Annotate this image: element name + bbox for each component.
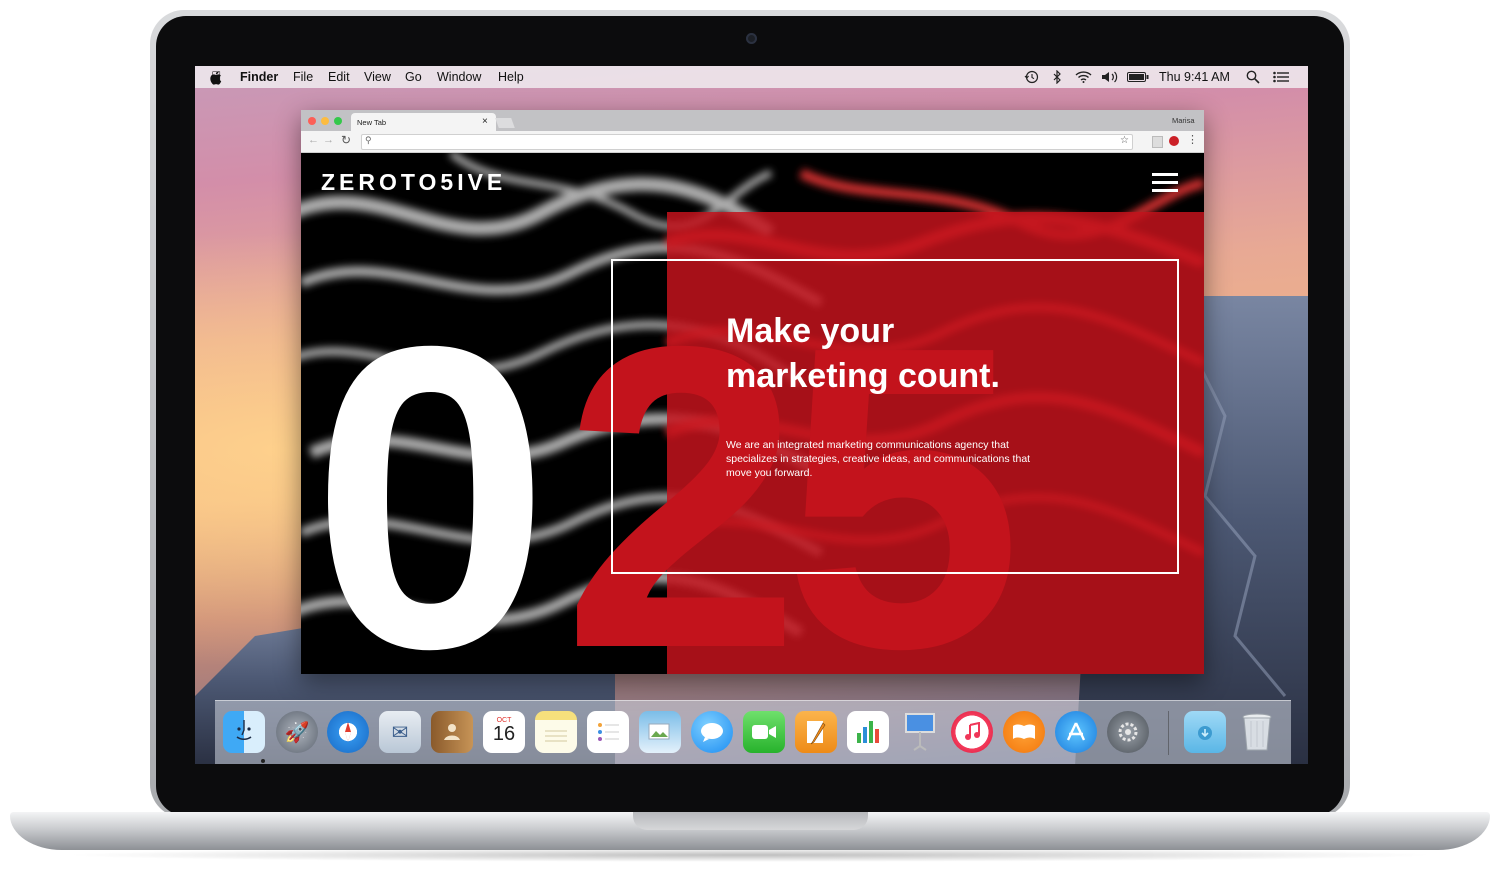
volume-icon[interactable]: [1101, 71, 1119, 83]
menu-file[interactable]: File: [293, 70, 313, 84]
hero-number-white: 0: [311, 258, 550, 674]
menu-bar:  Finder File Edit View Go Window Help T…: [195, 66, 1308, 88]
notes-icon[interactable]: [535, 711, 577, 753]
desktop-screen:  Finder File Edit View Go Window Help T…: [195, 66, 1308, 764]
browser-window: New Tab × Marisa ← → ↻ ⚲ ☆ ⋮ 025 ZEROTO5…: [301, 110, 1204, 674]
back-icon[interactable]: ←: [308, 134, 319, 146]
reminders-icon[interactable]: [587, 711, 629, 753]
spotlight-icon[interactable]: [1246, 70, 1260, 84]
site-logo[interactable]: ZEROTO5IVE: [321, 169, 506, 196]
laptop-notch: [633, 812, 868, 830]
app-store-icon[interactable]: [1055, 711, 1097, 753]
ibooks-icon[interactable]: [1003, 711, 1045, 753]
mail-icon[interactable]: ✉: [379, 711, 421, 753]
laptop-shadow: [60, 848, 1440, 862]
hero-headline-line-2: marketing count.: [726, 357, 1000, 395]
system-preferences-icon[interactable]: [1107, 711, 1149, 753]
new-tab-button[interactable]: [495, 118, 515, 128]
browser-menu-icon[interactable]: ⋮: [1187, 133, 1198, 146]
profile-name[interactable]: Marisa: [1172, 116, 1195, 125]
dock: 🚀 ✉ OCT 16: [215, 700, 1291, 764]
hero-headline: Make your marketing count.: [726, 309, 1086, 399]
menu-window[interactable]: Window: [437, 70, 481, 84]
keynote-icon[interactable]: [899, 711, 941, 753]
battery-icon[interactable]: [1127, 71, 1149, 83]
bookmark-star-icon[interactable]: ☆: [1120, 135, 1129, 146]
numbers-icon[interactable]: [847, 711, 889, 753]
safari-icon[interactable]: [327, 711, 369, 753]
menu-app-name[interactable]: Finder: [240, 70, 278, 84]
website-hero: 025 ZEROTO5IVE Make your marketing count…: [301, 153, 1204, 674]
messages-icon[interactable]: [691, 711, 733, 753]
dock-separator: [1168, 711, 1169, 755]
hero-outline-frame: [611, 259, 1179, 574]
pages-icon[interactable]: [795, 711, 837, 753]
window-zoom-button[interactable]: [334, 117, 342, 125]
tab-close-icon[interactable]: ×: [482, 116, 488, 127]
browser-toolbar: ← → ↻ ⚲ ☆ ⋮: [301, 131, 1204, 153]
hero-subtext: We are an integrated marketing communica…: [726, 439, 1031, 479]
tab-title: New Tab: [357, 118, 387, 127]
window-close-button[interactable]: [308, 117, 316, 125]
downloads-folder-icon[interactable]: [1184, 711, 1226, 753]
hero-headline-line-1: Make your: [726, 312, 895, 350]
extension-icon[interactable]: [1152, 136, 1163, 148]
launchpad-icon[interactable]: 🚀: [276, 711, 318, 753]
finder-icon[interactable]: [223, 711, 265, 753]
address-bar[interactable]: ⚲ ☆: [361, 134, 1133, 150]
menu-clock[interactable]: Thu 9:41 AM: [1159, 70, 1230, 84]
bluetooth-icon[interactable]: [1053, 70, 1062, 84]
search-icon: ⚲: [365, 135, 372, 145]
trash-icon[interactable]: [1236, 711, 1278, 753]
forward-icon[interactable]: →: [323, 134, 334, 146]
hamburger-menu-icon[interactable]: [1146, 169, 1182, 195]
facetime-icon[interactable]: [743, 711, 785, 753]
menu-help[interactable]: Help: [498, 70, 524, 84]
apple-logo-icon[interactable]: [209, 70, 222, 85]
itunes-icon[interactable]: [951, 711, 993, 753]
calendar-day: 16: [492, 722, 516, 745]
tab-strip: New Tab × Marisa: [301, 110, 1204, 131]
menu-view[interactable]: View: [364, 70, 391, 84]
menu-go[interactable]: Go: [405, 70, 422, 84]
camera-icon: [746, 33, 757, 44]
photos-icon[interactable]: [639, 711, 681, 753]
finder-running-indicator: [261, 759, 265, 763]
reload-icon[interactable]: ↻: [341, 133, 351, 147]
pinterest-extension-icon[interactable]: [1169, 136, 1179, 146]
tab-new-tab[interactable]: New Tab ×: [351, 113, 496, 131]
contacts-icon[interactable]: [431, 711, 473, 753]
window-minimize-button[interactable]: [321, 117, 329, 125]
menu-edit[interactable]: Edit: [328, 70, 350, 84]
wifi-icon[interactable]: [1075, 71, 1092, 83]
calendar-icon[interactable]: OCT 16: [483, 711, 525, 753]
notification-center-icon[interactable]: [1273, 71, 1289, 83]
time-machine-icon[interactable]: [1024, 70, 1039, 84]
